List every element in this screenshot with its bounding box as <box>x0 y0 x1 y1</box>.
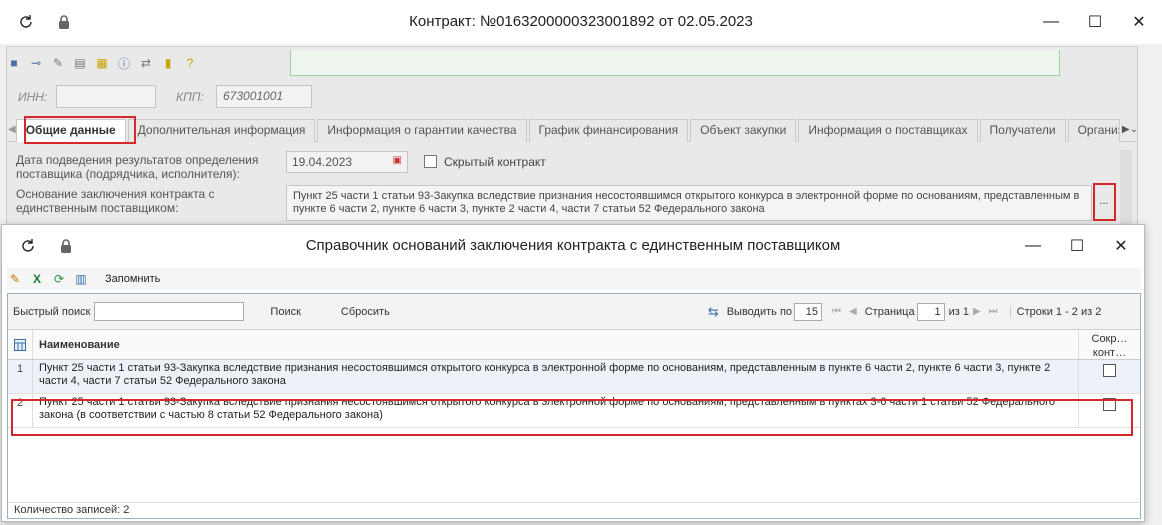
edit-document-icon[interactable]: ▦ <box>94 55 110 71</box>
tab-scroll-right-icon[interactable]: ▶ <box>1122 119 1130 142</box>
inn-kpp-row: ИНН: КПП: 673001001 <box>18 85 312 108</box>
info-icon[interactable]: ⓘ <box>116 55 132 71</box>
prev-page-icon[interactable]: ◀ <box>849 306 857 317</box>
book-icon[interactable]: ▮ <box>160 55 176 71</box>
dialog-panel: Быстрый поиск Поиск Сбросить ⇆ Выводить … <box>7 293 1141 519</box>
workflow-icon[interactable]: ⇄ <box>138 55 154 71</box>
tab-guarantee[interactable]: Информация о гарантии качества <box>317 119 527 142</box>
reset-button[interactable]: Сбросить <box>341 306 390 318</box>
last-page-icon[interactable]: ⏭ <box>989 306 998 317</box>
result-date-field[interactable]: 19.04.2023 ▣ <box>286 151 408 173</box>
link-icon[interactable]: ⊸ <box>28 55 44 71</box>
columns-icon[interactable]: ▥ <box>73 271 89 287</box>
edit-icon[interactable]: ✎ <box>7 271 23 287</box>
tab-financing[interactable]: График финансирования <box>528 119 689 142</box>
page-size-input[interactable]: 15 <box>794 302 823 321</box>
column-name-header[interactable]: Наименование <box>33 330 1079 359</box>
tab-additional[interactable]: Дополнительная информация <box>127 119 316 142</box>
minimize-icon[interactable]: — <box>1028 0 1074 44</box>
remember-button[interactable]: Запомнить <box>105 273 160 285</box>
status-box <box>290 50 1060 76</box>
inn-field[interactable] <box>56 85 156 108</box>
maximize-icon[interactable]: ☐ <box>1072 0 1118 44</box>
bg-scrollbar[interactable] <box>1120 150 1132 224</box>
page-number-input[interactable]: 1 <box>916 302 945 321</box>
grid-header: Наименование Сокр… конт… <box>8 330 1140 360</box>
highlight-ellipsis <box>1093 183 1116 221</box>
result-date-value: 19.04.2023 <box>292 155 353 169</box>
tab-menu-icon[interactable]: ⌄ <box>1130 119 1138 142</box>
search-button[interactable]: Поиск <box>270 306 300 318</box>
quick-search-input[interactable] <box>94 302 245 321</box>
help-icon[interactable]: ? <box>182 55 198 71</box>
records-count: Количество записей: 2 <box>8 502 1140 518</box>
basis-field[interactable]: Пункт 25 части 1 статьи 93-Закупка вслед… <box>286 185 1092 221</box>
tab-scroll-left-icon[interactable]: ◀ <box>8 119 16 142</box>
rows-count-label: Строки 1 - 2 из 2 <box>1009 305 1101 318</box>
close-icon[interactable]: ✕ <box>1116 0 1162 44</box>
show-by-label: Выводить по <box>726 305 793 318</box>
attach-icon[interactable]: ✎ <box>50 55 66 71</box>
page-settings-icon[interactable]: ⇆ <box>708 304 719 320</box>
page-label: Страница <box>864 305 915 318</box>
tab-placement[interactable]: Организация разм <box>1067 119 1120 142</box>
row-checkbox[interactable] <box>1103 364 1116 377</box>
dialog-toolbar: ✎ X ⟳ ▥ Запомнить <box>7 268 1141 290</box>
kpp-label: КПП: <box>176 89 204 104</box>
dialog-title: Справочник оснований заключения контракт… <box>305 237 841 254</box>
dialog-maximize-icon[interactable]: ☐ <box>1054 225 1100 267</box>
window-title: Контракт: №0163200000323001892 от 02.05.… <box>409 13 753 30</box>
tab-suppliers[interactable]: Информация о поставщиках <box>798 119 978 142</box>
contract-titlebar: Контракт: №0163200000323001892 от 02.05.… <box>0 0 1162 44</box>
tab-purchase-object[interactable]: Объект закупки <box>690 119 797 142</box>
contract-toolbar: ■ ⊸ ✎ ▤ ▦ ⓘ ⇄ ▮ ? <box>6 50 198 76</box>
highlight-general-tab <box>24 116 136 144</box>
next-page-icon[interactable]: ▶ <box>973 306 981 317</box>
basis-label: Основание заключения контракта с единств… <box>16 187 215 215</box>
first-page-icon[interactable]: ⏮ <box>832 306 841 317</box>
grid-settings-icon[interactable] <box>8 330 33 359</box>
refresh-list-icon[interactable]: ⟳ <box>51 271 67 287</box>
basis-directory-dialog: Справочник оснований заключения контракт… <box>1 224 1145 522</box>
highlight-row-2 <box>11 399 1133 436</box>
page-of-label: из 1 <box>948 305 969 318</box>
search-bar: Быстрый поиск Поиск Сбросить ⇆ Выводить … <box>8 294 1140 330</box>
tab-recipients[interactable]: Получатели <box>979 119 1066 142</box>
contract-tabs: ◀ Общие данные Дополнительная информация… <box>8 119 1138 142</box>
save-icon[interactable]: ■ <box>6 55 22 71</box>
dialog-minimize-icon[interactable]: — <box>1010 225 1056 267</box>
row-number: 1 <box>8 360 33 393</box>
dialog-titlebar: Справочник оснований заключения контракт… <box>2 225 1144 267</box>
quick-search-label: Быстрый поиск <box>13 305 91 318</box>
kpp-field[interactable]: 673001001 <box>216 85 312 108</box>
document-icon[interactable]: ▤ <box>72 55 88 71</box>
table-row[interactable]: 1 Пункт 25 части 1 статьи 93-Закупка всл… <box>8 360 1140 394</box>
column-check-header[interactable]: Сокр… конт… <box>1079 330 1140 359</box>
calendar-icon[interactable]: ▣ <box>393 155 402 169</box>
hidden-contract-label: Скрытый контракт <box>444 155 546 169</box>
inn-label: ИНН: <box>18 89 48 104</box>
excel-icon[interactable]: X <box>29 271 45 287</box>
hidden-contract-checkbox[interactable] <box>424 155 437 168</box>
dialog-close-icon[interactable]: ✕ <box>1098 225 1144 267</box>
row-name[interactable]: Пункт 25 части 1 статьи 93-Закупка вслед… <box>33 360 1079 393</box>
result-date-label: Дата подведения результатов определения … <box>16 153 259 181</box>
